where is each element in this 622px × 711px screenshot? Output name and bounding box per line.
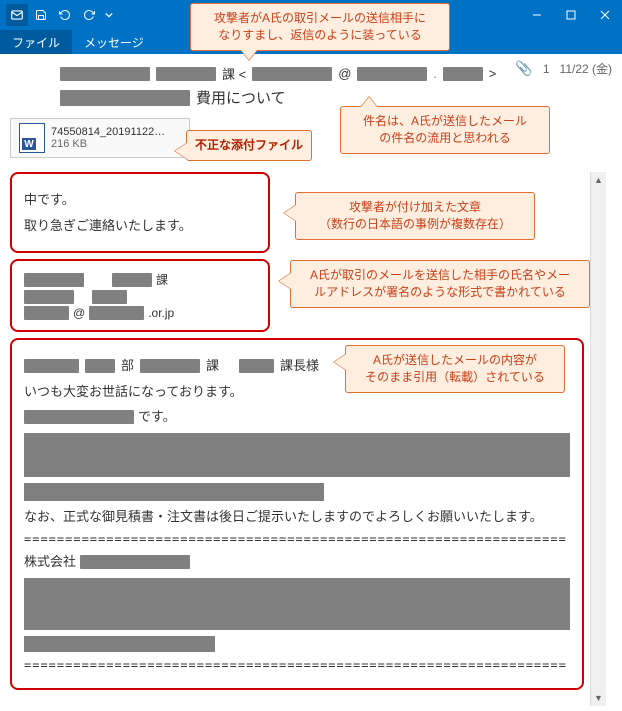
subject-text: 費用について <box>196 87 286 108</box>
minimize-button[interactable] <box>520 0 554 30</box>
tab-message[interactable]: メッセージ <box>72 30 156 54</box>
word-doc-icon <box>19 123 45 153</box>
callout-attach: 不正な添付ファイル <box>186 130 312 161</box>
subject-row: 費用について <box>10 87 612 108</box>
added-line1: 中です。 <box>24 190 256 210</box>
callout-sig: A氏が取引のメールを送信した相手の氏名やメー ルアドレスが署名のような形式で書か… <box>290 260 590 308</box>
quoted-hon: 課長様 <box>280 356 319 376</box>
scroll-down-icon[interactable]: ▼ <box>591 690 606 706</box>
quoted-note: なお、正式な御見積書・注文書は後日ご提示いたしますのでよろしくお願いいたします。 <box>24 507 570 527</box>
close-button[interactable] <box>588 0 622 30</box>
scroll-up-icon[interactable]: ▲ <box>591 172 606 188</box>
outlook-icon <box>6 4 28 26</box>
from-suffix: 課 < <box>222 64 246 83</box>
quoted-company-suffix: です。 <box>138 407 176 427</box>
tab-file[interactable]: ファイル <box>0 30 72 54</box>
added-line2: 取り急ぎご連絡いたします。 <box>24 216 256 236</box>
callout-subject: 件名は、A氏が送信したメール の件名の流用と思われる <box>340 106 550 154</box>
separator-1: ========================================… <box>24 532 570 546</box>
callout-spoof: 攻撃者がA氏の取引メールの送信相手に なりすまし、返信のように装っている <box>190 3 450 51</box>
attachment-chip[interactable]: 74550814_20191122… 216 KB <box>10 118 190 158</box>
quick-access-toolbar <box>6 4 116 26</box>
mail-body: 中です。 取り急ぎご連絡いたします。 課 @.or.jp 部 課 課長様 いつも… <box>0 172 606 706</box>
from-at: @ <box>338 66 351 81</box>
mail-date: 11/22 (金) <box>560 60 612 77</box>
attachment-filename: 74550814_20191122… <box>51 126 165 138</box>
quoted-dept: 部 <box>121 356 134 376</box>
callout-added: 攻撃者が付け加えた文章 （数行の日本語の事例が複数存在） <box>295 192 535 240</box>
redo-icon[interactable] <box>78 4 100 26</box>
sig-domain: .or.jp <box>148 306 174 320</box>
company-label: 株式会社 <box>24 552 76 572</box>
mail-header: 課 < @ . > 費用について 📎 1 11/22 (金) <box>0 54 622 114</box>
added-text-box: 中です。 取り急ぎご連絡いたします。 <box>10 172 270 253</box>
separator-2: ========================================… <box>24 658 570 672</box>
undo-icon[interactable] <box>54 4 76 26</box>
redacted-block-2 <box>24 483 324 501</box>
redacted-block-3 <box>24 578 570 630</box>
dropdown-icon[interactable] <box>102 4 116 26</box>
redacted-block-1 <box>24 433 570 477</box>
callout-quoted: A氏が送信したメールの内容が そのまま引用（転載）されている <box>345 345 565 393</box>
maximize-button[interactable] <box>554 0 588 30</box>
attachment-size: 216 KB <box>51 138 165 150</box>
from-close: > <box>489 66 497 81</box>
save-icon[interactable] <box>30 4 52 26</box>
fake-signature-box: 課 @.or.jp <box>10 259 270 332</box>
sig-suffix: 課 <box>156 271 168 288</box>
vertical-scrollbar[interactable]: ▲ ▼ <box>590 172 606 706</box>
redacted-block-4 <box>24 636 215 652</box>
attach-count: 1 <box>543 62 550 76</box>
paperclip-icon: 📎 <box>515 60 532 77</box>
window-controls <box>520 0 622 30</box>
quoted-sec: 課 <box>206 356 219 376</box>
